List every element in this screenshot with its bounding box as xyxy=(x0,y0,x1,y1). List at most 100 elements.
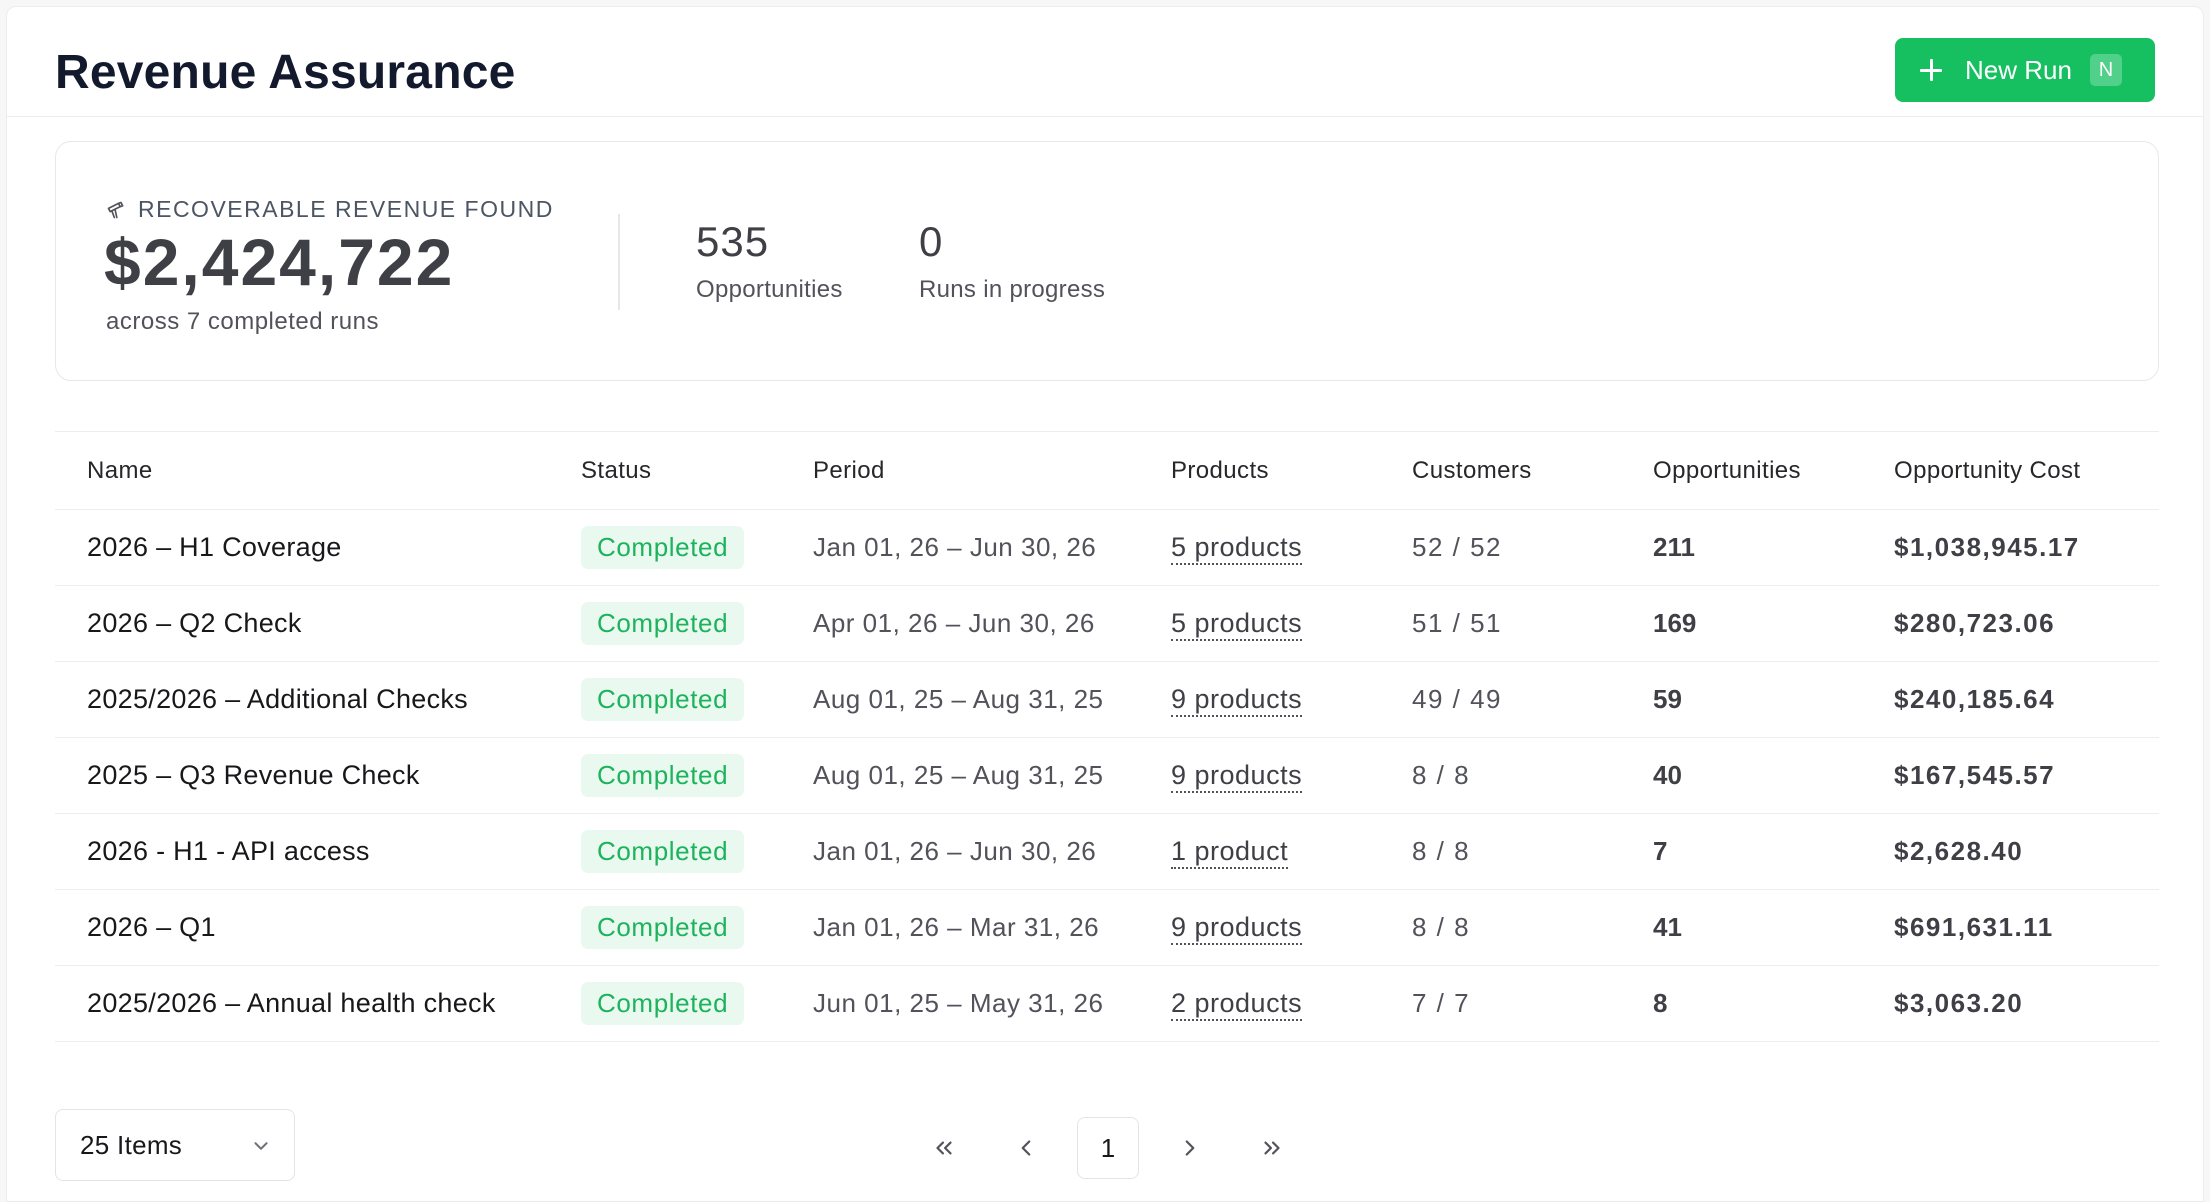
page-1-button[interactable]: 1 xyxy=(1077,1117,1139,1179)
column-header-name[interactable]: Name xyxy=(55,457,548,485)
products-cell: 1 product xyxy=(1148,836,1389,869)
run-name[interactable]: 2026 – Q1 xyxy=(55,912,548,943)
customers-cell: 52 / 52 xyxy=(1412,532,1503,562)
products-cell: 5 products xyxy=(1148,532,1389,565)
opportunities-cell: 40 xyxy=(1653,760,1682,790)
run-name[interactable]: 2026 – H1 Coverage xyxy=(55,532,548,563)
status-cell: Completed xyxy=(548,830,787,873)
summary-divider xyxy=(618,214,620,310)
products-link[interactable]: 5 products xyxy=(1171,608,1303,641)
table-body: 2026 – H1 Coverage Completed Jan 01, 26 – … xyxy=(55,510,2159,1042)
column-header-opportunity-cost[interactable]: Opportunity Cost xyxy=(1871,457,2159,485)
customers-cell: 7 / 7 xyxy=(1412,988,1471,1018)
stat-label: Opportunities xyxy=(696,276,843,303)
column-header-customers[interactable]: Customers xyxy=(1389,457,1630,485)
previous-page-button[interactable] xyxy=(995,1117,1057,1179)
table-row[interactable]: 2025 – Q3 Revenue Check Completed Aug 01, … xyxy=(55,738,2159,814)
telescope-icon xyxy=(107,201,124,218)
status-cell: Completed xyxy=(548,678,787,721)
chevron-left-icon xyxy=(1021,1140,1031,1156)
customers-cell: 49 / 49 xyxy=(1412,684,1503,714)
opportunity-cost-cell: $2,628.40 xyxy=(1894,836,2024,866)
opportunity-cost-cell: $280,723.06 xyxy=(1894,608,2056,638)
table-row[interactable]: 2026 – H1 Coverage Completed Jan 01, 26 – … xyxy=(55,510,2159,586)
column-header-opportunities[interactable]: Opportunities xyxy=(1630,457,1871,485)
chevrons-right-icon xyxy=(1264,1141,1280,1155)
column-header-products[interactable]: Products xyxy=(1148,457,1389,485)
opportunities-cell: 211 xyxy=(1653,532,1695,562)
app-window: Revenue Assurance New Run N RECOVERABLE … xyxy=(6,6,2204,1202)
products-link[interactable]: 1 product xyxy=(1171,836,1289,869)
customers-cell: 51 / 51 xyxy=(1412,608,1503,638)
page-header: Revenue Assurance New Run N xyxy=(7,7,2203,117)
status-cell: Completed xyxy=(548,906,787,949)
status-cell: Completed xyxy=(548,982,787,1025)
first-page-button[interactable] xyxy=(913,1117,975,1179)
products-cell: 5 products xyxy=(1148,608,1389,641)
opportunities-cell: 59 xyxy=(1653,684,1682,714)
run-name[interactable]: 2025/2026 – Additional Checks xyxy=(55,684,548,715)
table-header: Name Status Period Products Customers Op… xyxy=(55,432,2159,510)
period-cell: Jan 01, 26 – Mar 31, 26 xyxy=(813,912,1100,942)
status-badge: Completed xyxy=(581,526,745,569)
opportunity-cost-cell: $691,631.11 xyxy=(1894,912,2054,942)
products-cell: 9 products xyxy=(1148,760,1389,793)
column-header-status[interactable]: Status xyxy=(548,457,787,485)
status-badge: Completed xyxy=(581,678,745,721)
table-row[interactable]: 2026 – Q2 Check Completed Apr 01, 26 – Jun… xyxy=(55,586,2159,662)
status-badge: Completed xyxy=(581,754,745,797)
period-cell: Apr 01, 26 – Jun 30, 26 xyxy=(813,608,1095,638)
run-name[interactable]: 2025 – Q3 Revenue Check xyxy=(55,760,548,791)
period-cell: Jan 01, 26 – Jun 30, 26 xyxy=(813,836,1097,866)
table-row[interactable]: 2025/2026 – Additional Checks Completed Au… xyxy=(55,662,2159,738)
summary-kicker: RECOVERABLE REVENUE FOUND xyxy=(106,196,554,223)
status-badge: Completed xyxy=(581,982,745,1025)
products-cell: 9 products xyxy=(1148,912,1389,945)
stat-value: 0 xyxy=(919,218,944,265)
opportunities-cell: 41 xyxy=(1653,912,1682,942)
table-row[interactable]: 2025/2026 – Annual health check Completed… xyxy=(55,966,2159,1042)
customers-cell: 8 / 8 xyxy=(1412,912,1471,942)
status-cell: Completed xyxy=(548,526,787,569)
table-row[interactable]: 2026 - H1 - API access Completed Jan 01, 2… xyxy=(55,814,2159,890)
page-title: Revenue Assurance xyxy=(55,46,516,99)
pagination: 1 xyxy=(913,1117,1313,1179)
stat-runs-in-progress: 0 Runs in progress xyxy=(919,218,1105,304)
new-run-button[interactable]: New Run N xyxy=(1895,38,2155,102)
status-badge: Completed xyxy=(581,602,745,645)
recoverable-revenue-total: $2,424,722 xyxy=(104,225,455,299)
stat-opportunities: 535 Opportunities xyxy=(696,218,843,304)
summary-subtitle: across 7 completed runs xyxy=(106,308,379,335)
products-link[interactable]: 2 products xyxy=(1171,988,1303,1021)
last-page-button[interactable] xyxy=(1241,1117,1303,1179)
summary-card: RECOVERABLE REVENUE FOUND $2,424,722 acr… xyxy=(55,141,2159,381)
products-link[interactable]: 9 products xyxy=(1171,912,1303,945)
opportunities-cell: 8 xyxy=(1653,988,1668,1018)
opportunity-cost-cell: $167,545.57 xyxy=(1894,760,2056,790)
products-cell: 2 products xyxy=(1148,988,1389,1021)
products-link[interactable]: 5 products xyxy=(1171,532,1303,565)
shortcut-badge: N xyxy=(2089,54,2122,86)
run-name[interactable]: 2025/2026 – Annual health check xyxy=(55,988,548,1019)
opportunities-cell: 169 xyxy=(1653,608,1697,638)
opportunities-cell: 7 xyxy=(1653,836,1668,866)
next-page-button[interactable] xyxy=(1159,1117,1221,1179)
run-name[interactable]: 2026 – Q2 Check xyxy=(55,608,548,639)
period-cell: Jun 01, 25 – May 31, 26 xyxy=(813,988,1104,1018)
run-name[interactable]: 2026 - H1 - API access xyxy=(55,836,548,867)
products-link[interactable]: 9 products xyxy=(1171,760,1303,793)
table-row[interactable]: 2026 – Q1 Completed Jan 01, 26 – Mar 31, 2… xyxy=(55,890,2159,966)
runs-table: Name Status Period Products Customers Op… xyxy=(55,431,2159,1042)
column-header-period[interactable]: Period xyxy=(787,457,1148,485)
customers-cell: 8 / 8 xyxy=(1412,760,1471,790)
chevrons-left-icon xyxy=(936,1141,952,1155)
customers-cell: 8 / 8 xyxy=(1412,836,1471,866)
products-link[interactable]: 9 products xyxy=(1171,684,1303,717)
stat-label: Runs in progress xyxy=(919,276,1106,303)
period-cell: Aug 01, 25 – Aug 31, 25 xyxy=(813,760,1104,790)
period-cell: Jan 01, 26 – Jun 30, 26 xyxy=(813,532,1097,562)
page-size-select[interactable]: 25 Items xyxy=(55,1109,295,1181)
status-badge: Completed xyxy=(581,906,745,949)
chevron-down-icon xyxy=(254,1142,268,1150)
status-cell: Completed xyxy=(548,754,787,797)
